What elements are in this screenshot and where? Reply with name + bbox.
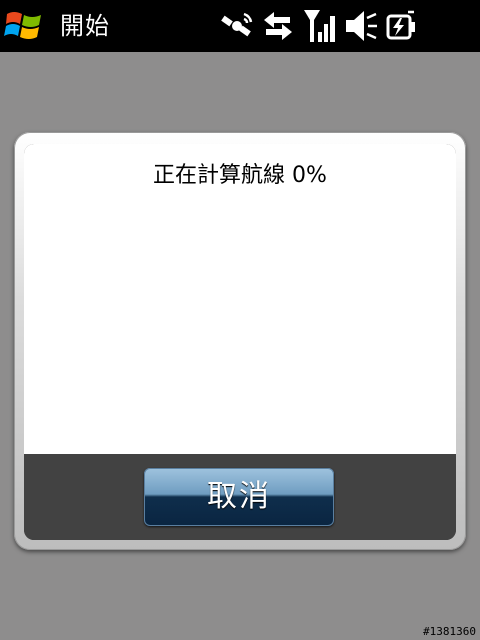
dialog-content: 正在計算航線 0% <box>24 144 456 454</box>
route-calculation-message: 正在計算航線 0% <box>153 163 327 188</box>
progress-dialog: 正在計算航線 0% 取消 <box>14 132 466 550</box>
cancel-button[interactable]: 取消 <box>144 468 334 526</box>
battery-charging-icon[interactable] <box>384 8 420 44</box>
data-transfer-icon[interactable] <box>262 8 294 44</box>
watermark-text: #1381360 <box>423 625 476 638</box>
dialog-footer: 取消 <box>24 454 456 540</box>
satellite-icon[interactable] <box>218 8 256 44</box>
dialog-body: 正在計算航線 0% 取消 <box>24 144 456 540</box>
windows-logo-icon <box>4 12 41 39</box>
taskbar: 開始 <box>0 0 480 52</box>
start-button[interactable]: 開始 <box>0 0 150 52</box>
start-label: 開始 <box>60 12 110 40</box>
screen: 開始 正在計算航線 0% 取消 #1381360 <box>0 0 480 640</box>
signal-strength-icon[interactable] <box>304 8 338 44</box>
speaker-muted-icon[interactable] <box>344 8 378 44</box>
